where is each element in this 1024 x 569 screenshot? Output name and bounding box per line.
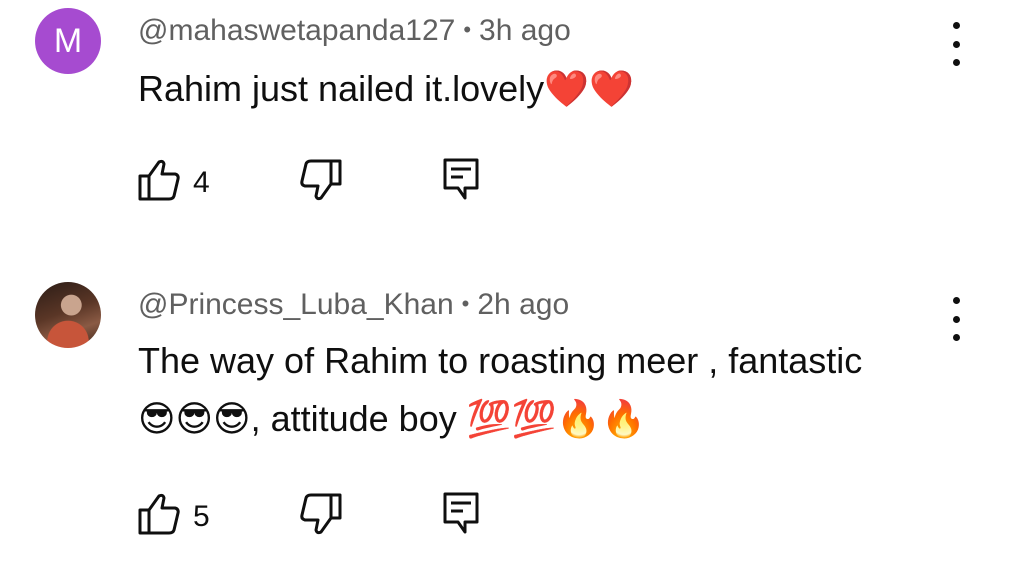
more-options-icon[interactable] bbox=[944, 22, 968, 66]
separator: • bbox=[463, 17, 472, 42]
comment: @Princess_Luba_Khan • 2h ago The way of Ra… bbox=[0, 270, 1024, 569]
comment: M @mahaswetapanda127 • 3h ago Rahim just n… bbox=[0, 0, 1024, 260]
author-handle[interactable]: @mahaswetapanda127 bbox=[138, 14, 455, 47]
separator: • bbox=[461, 291, 470, 316]
comment-meta: @Princess_Luba_Khan • 2h ago bbox=[138, 288, 569, 322]
comment-text-line: The way of Rahim to roasting meer , fant… bbox=[138, 340, 863, 381]
dislike-icon[interactable] bbox=[298, 492, 344, 536]
like-icon[interactable] bbox=[136, 492, 182, 536]
like-count: 5 bbox=[193, 500, 210, 533]
avatar[interactable]: M bbox=[35, 8, 101, 74]
comment-time[interactable]: 3h ago bbox=[479, 14, 571, 47]
comment-text-line: Rahim just nailed it.lovely❤️❤️ bbox=[138, 68, 634, 109]
comment-meta: @mahaswetapanda127 • 3h ago bbox=[138, 14, 571, 48]
reply-icon[interactable] bbox=[442, 491, 480, 535]
like-count: 4 bbox=[193, 166, 210, 199]
comment-time[interactable]: 2h ago bbox=[477, 288, 569, 321]
more-options-icon[interactable] bbox=[944, 297, 968, 341]
avatar[interactable] bbox=[35, 282, 101, 348]
dislike-icon[interactable] bbox=[298, 158, 344, 202]
comment-text-line: 😎😎😎, attitude boy 💯💯🔥🔥 bbox=[138, 398, 647, 439]
comment-text: Rahim just nailed it.lovely❤️❤️ bbox=[138, 60, 634, 118]
author-handle[interactable]: @Princess_Luba_Khan bbox=[138, 288, 454, 321]
comment-text: The way of Rahim to roasting meer , fant… bbox=[138, 332, 862, 448]
reply-icon[interactable] bbox=[442, 157, 480, 201]
like-icon[interactable] bbox=[136, 158, 182, 202]
